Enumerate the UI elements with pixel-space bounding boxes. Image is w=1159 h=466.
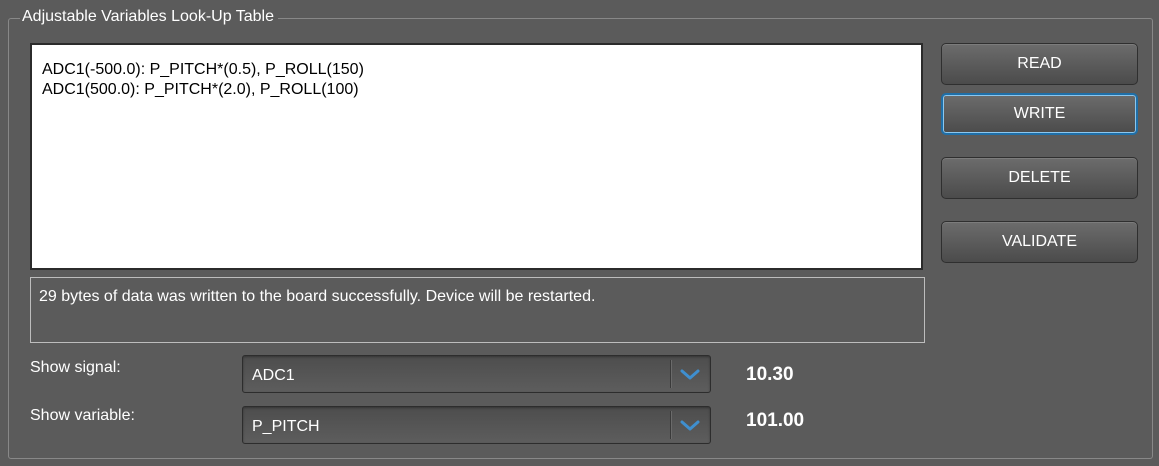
validate-button[interactable]: VALIDATE: [941, 221, 1138, 263]
chevron-down-icon[interactable]: [679, 417, 701, 435]
signal-select[interactable]: ADC1: [242, 355, 711, 393]
combo-divider: [670, 411, 671, 439]
write-button[interactable]: WRITE: [941, 93, 1138, 135]
delete-button[interactable]: DELETE: [941, 157, 1138, 199]
show-variable-label: Show variable:: [30, 407, 135, 424]
show-signal-label: Show signal:: [30, 359, 121, 376]
variable-select-value: P_PITCH: [252, 418, 320, 435]
chevron-down-icon[interactable]: [679, 366, 701, 384]
lookup-table-editor[interactable]: ADC1(-500.0): P_PITCH*(0.5), P_ROLL(150)…: [30, 43, 923, 270]
variable-value-readout: 101.00: [746, 410, 805, 431]
groupbox-title: Adjustable Variables Look-Up Table: [20, 7, 279, 27]
table-line[interactable]: ADC1(500.0): P_PITCH*(2.0), P_ROLL(100): [42, 80, 911, 100]
table-line[interactable]: ADC1(-500.0): P_PITCH*(0.5), P_ROLL(150): [42, 60, 911, 80]
signal-select-value: ADC1: [252, 367, 295, 384]
status-message: 29 bytes of data was written to the boar…: [30, 277, 925, 343]
signal-value-readout: 10.30: [746, 364, 794, 385]
variable-select[interactable]: P_PITCH: [242, 406, 711, 444]
read-button[interactable]: READ: [941, 43, 1138, 85]
combo-divider: [670, 360, 671, 388]
